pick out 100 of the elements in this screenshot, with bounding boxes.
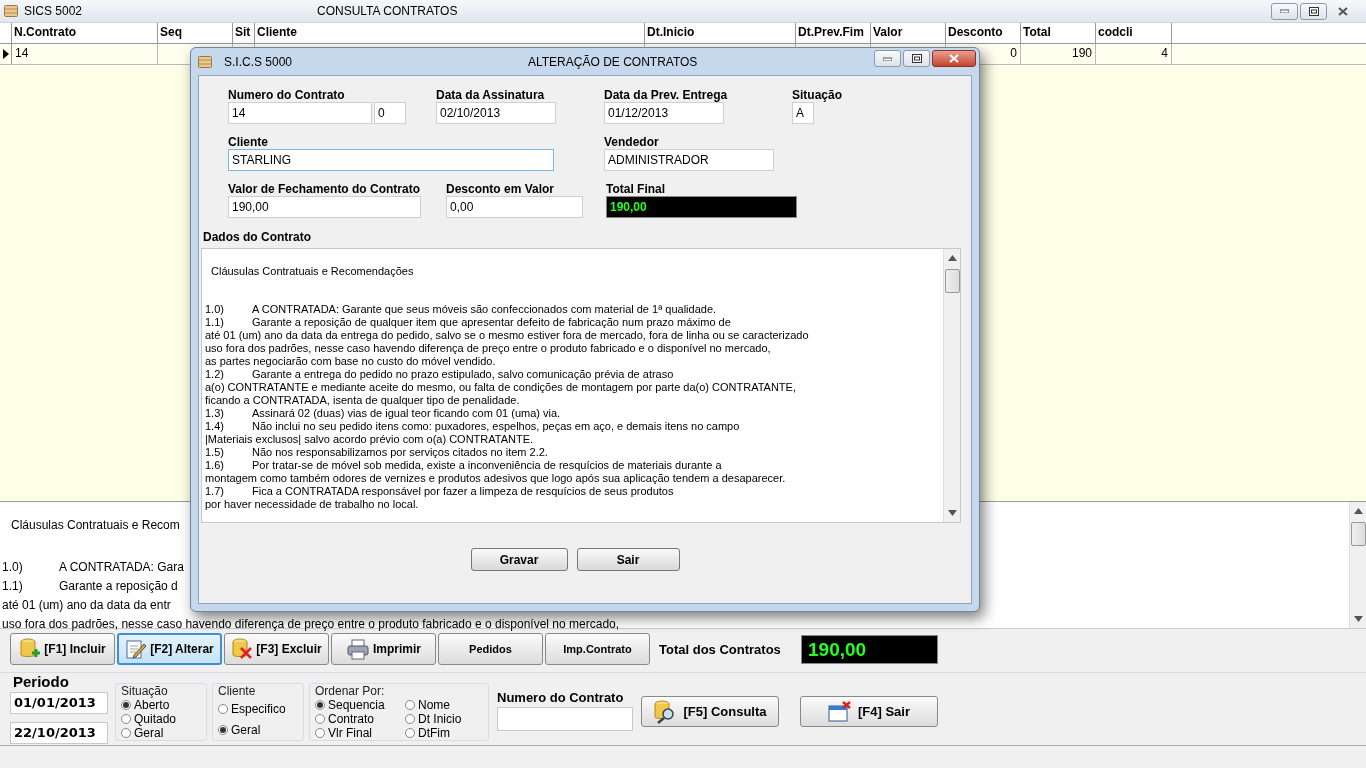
memo-text-line: Assinará 02 (duas) vias de igual teor ficando com 01 (uma) via. [252, 407, 561, 420]
radio-button[interactable] [121, 728, 131, 738]
memo-text-line: Garante a reposição d [59, 578, 178, 595]
app-name: SICS 5002 [24, 4, 84, 18]
text-field[interactable]: A [792, 102, 814, 124]
text-field[interactable]: ADMINISTRADOR [604, 149, 774, 171]
radio-button[interactable] [121, 714, 131, 724]
app-name: S.I.C.S 5000 [224, 54, 294, 69]
radio-button[interactable] [315, 728, 325, 738]
column-header[interactable]: Cliente [255, 23, 645, 43]
radio-button[interactable] [315, 700, 325, 710]
text-field[interactable]: 0 [374, 102, 406, 124]
close-icon [949, 54, 959, 63]
clause-number: 1.6) [205, 459, 225, 472]
minimize-icon [883, 56, 892, 61]
field-label: Valor de Fechamento do Contrato [228, 182, 422, 196]
radio-button[interactable] [218, 703, 228, 714]
memo-text-line: uso fora dos padrões, nesse caso havendo diferença de preço entre o produto fabricado e o disponível no mercado, [2, 616, 620, 633]
field-label: Periodo [13, 673, 70, 690]
restore-button[interactable] [903, 50, 930, 67]
table-cell: 14 [12, 44, 158, 64]
app-icon [198, 55, 212, 68]
text-field[interactable]: 14 [228, 102, 372, 124]
radio-button[interactable] [405, 700, 415, 710]
restore-button[interactable] [1300, 2, 1327, 20]
exit-button[interactable]: [F4] Sair [800, 696, 938, 727]
radio-button[interactable] [405, 714, 415, 724]
exit-button[interactable]: Sair [576, 548, 680, 571]
contract-number-field[interactable] [497, 707, 633, 731]
memo-text-line: |Materiais exclusos| salvo acordo prévio com o(a) CONTRATANTE. [205, 433, 534, 446]
consulta-button[interactable]: [F5] Consulta [641, 696, 779, 727]
option-label: Nome [418, 698, 450, 712]
memo-text-line: Garante a reposição de qualquer item que apresentar defeito de fabricação num prazo máximo de [252, 316, 731, 329]
text-field[interactable]: 190,00 [228, 196, 421, 218]
option-label: Quitado [134, 712, 177, 726]
radio-button[interactable] [315, 714, 325, 724]
field-label: Data da Assinatura [436, 88, 546, 102]
field-label: Desconto em Valor [446, 182, 556, 196]
memo-text-line: A CONTRATADA: Garante que seus móveis são confeccionados com material de 1ª qualidade. [252, 303, 717, 316]
scroll-down-icon [1353, 616, 1363, 622]
group-label: Ordenar Por: [315, 684, 386, 698]
toolbar-button[interactable]: Imprimir [331, 633, 436, 665]
database-add-icon [19, 638, 42, 660]
option-label: Geral [134, 726, 164, 740]
toolbar-button[interactable]: Pedidos [438, 633, 543, 665]
total-label: Total dos Contratos [659, 641, 782, 657]
text-field[interactable]: STARLING [228, 149, 554, 171]
option-label: Vlr Final [328, 726, 372, 740]
column-header[interactable]: N.Contrato [12, 23, 158, 43]
column-header[interactable]: Seq [158, 23, 233, 43]
column-header[interactable]: Valor [871, 23, 946, 43]
close-button[interactable] [932, 50, 976, 67]
vertical-scrollbar[interactable] [943, 249, 960, 522]
date-field[interactable]: 01/01/2013 [10, 692, 108, 714]
radio-button[interactable] [218, 724, 228, 735]
date-field[interactable]: 22/10/2013 [10, 722, 108, 744]
clause-number: 1.0) [2, 559, 24, 576]
contract-text-area[interactable] [201, 248, 961, 523]
total-display: 190,00 [606, 196, 797, 218]
column-header[interactable]: Dt.Prev.Fim [796, 23, 871, 43]
save-button[interactable]: Gravar [470, 548, 568, 571]
toolbar-button[interactable]: [F2] Alterar [117, 633, 222, 665]
memo-text-line: Por tratar-se de móvel sob medida, existe a inconveniência de resquícios de materiais durante a [252, 459, 722, 472]
toolbar-button[interactable]: [F3] Excluir [224, 633, 329, 665]
clause-number: 1.0) [205, 303, 225, 316]
text-field[interactable]: 01/12/2013 [604, 102, 724, 124]
memo-text-line: montagem como também odores de vernizes e produtos adesivos que logo após sua aplicação tendem a desaparecer. [205, 472, 786, 485]
clause-number: 1.2) [205, 368, 225, 381]
option-label: Especifico [231, 701, 286, 716]
clause-number: 1.3) [205, 407, 225, 420]
radio-button[interactable] [405, 728, 415, 738]
group-label: Cliente [218, 684, 257, 698]
memo-text-line: Fica a CONTRATADA responsável por fazer a limpeza de resquícios de seus produtos [252, 485, 674, 498]
restore-icon [911, 54, 922, 63]
app-icon [4, 5, 18, 17]
field-label: Cliente [228, 135, 269, 149]
option-label: Geral [231, 722, 261, 737]
edit-note-icon [125, 638, 148, 660]
option-label: Dt Inicio [418, 712, 462, 726]
toolbar-button[interactable]: [F1] Incluir [10, 633, 115, 665]
column-header[interactable]: Desconto [946, 23, 1021, 43]
option-label: Aberto [134, 698, 170, 712]
text-field[interactable]: 0,00 [446, 196, 583, 218]
column-header[interactable]: Dt.Inicio [645, 23, 796, 43]
clause-number: 1.4) [205, 420, 225, 433]
column-header[interactable]: Sit [233, 23, 255, 43]
close-icon [1337, 6, 1348, 16]
dialog-title: ALTERAÇÃO DE CONTRATOS [527, 54, 699, 69]
memo-text-line: A CONTRATADA: Gara [59, 559, 184, 576]
memo-text-line: Garante a entrega do pedido no prazo estipulado, salvo comunicação prévia de atraso [252, 368, 674, 381]
field-label: Numero do Contrato [497, 690, 625, 705]
scroll-thumb[interactable] [1350, 522, 1366, 546]
column-header[interactable]: codcli [1096, 23, 1172, 43]
text-field[interactable]: 02/10/2013 [436, 102, 556, 124]
column-header[interactable]: Total [1021, 23, 1096, 43]
scroll-thumb[interactable] [944, 269, 960, 293]
vertical-scrollbar[interactable] [1349, 502, 1366, 628]
toolbar-button[interactable]: Imp.Contrato [545, 633, 650, 665]
clause-number: 1.7) [205, 485, 225, 498]
radio-button[interactable] [121, 700, 131, 710]
